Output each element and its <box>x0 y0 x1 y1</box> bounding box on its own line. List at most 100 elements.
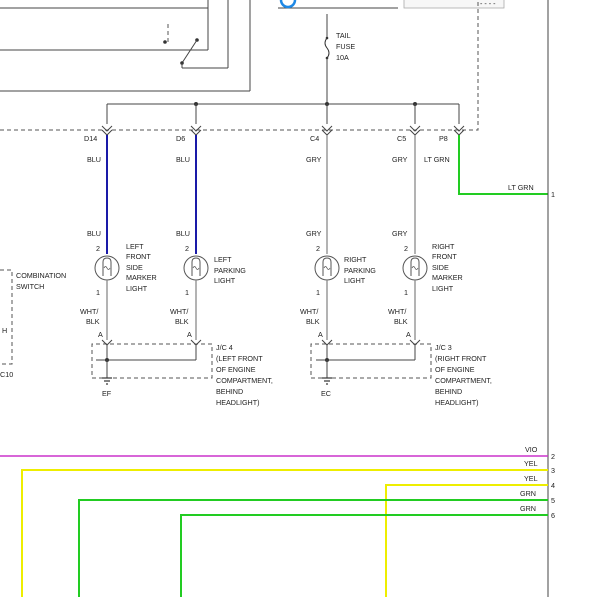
svg-text:PARKING: PARKING <box>214 266 246 275</box>
right-pin-5: 5 <box>551 496 555 505</box>
svg-text:BLK: BLK <box>306 317 320 326</box>
svg-text:J/C 4: J/C 4 <box>216 343 233 352</box>
svg-text:PARKING: PARKING <box>344 266 376 275</box>
svg-text:FRONT: FRONT <box>126 252 151 261</box>
left-parking-light-label: LEFT PARKING LIGHT <box>214 255 246 285</box>
connector-c4-label: C4 <box>310 134 319 143</box>
svg-text:(LEFT FRONT: (LEFT FRONT <box>216 354 263 363</box>
connector-a-label: A <box>406 330 411 339</box>
jc3-label: J/C 3 (RIGHT FRONT OF ENGINE COMPARTMENT… <box>435 343 492 407</box>
svg-text:BEHIND: BEHIND <box>435 387 462 396</box>
svg-text:HEADLIGHT): HEADLIGHT) <box>435 398 479 407</box>
pin-2-label: 2 <box>316 244 320 253</box>
svg-text:FRONT: FRONT <box>432 252 457 261</box>
svg-text:WHT/: WHT/ <box>388 307 406 316</box>
svg-text:MARKER: MARKER <box>432 273 463 282</box>
jc4-label: J/C 4 (LEFT FRONT OF ENGINE COMPARTMENT,… <box>216 343 273 407</box>
svg-text:COMBINATION: COMBINATION <box>16 271 66 280</box>
blue-circle-icon <box>279 0 297 9</box>
wire-label-blu: BLU <box>87 155 101 164</box>
right-front-side-marker-light-label: RIGHT FRONT SIDE MARKER LIGHT <box>432 242 463 293</box>
svg-text:LEFT: LEFT <box>126 242 144 251</box>
svg-text:LIGHT: LIGHT <box>214 276 236 285</box>
pin-2-label: 2 <box>185 244 189 253</box>
connector-d6-label: D6 <box>176 134 185 143</box>
yel-wire-4 <box>385 484 548 597</box>
wire-label-gry: GRY <box>306 229 322 238</box>
fuse-box-boundary <box>0 0 479 131</box>
svg-text:LEFT: LEFT <box>214 255 232 264</box>
light-control-switch-symbol <box>163 24 228 69</box>
fuse-label-3: 10A <box>336 53 349 62</box>
left-front-side-marker-light-label: LEFT FRONT SIDE MARKER LIGHT <box>126 242 157 293</box>
ground-ef-label: EF <box>102 389 112 398</box>
svg-text:RIGHT: RIGHT <box>432 242 455 251</box>
junction-connector-jc3 <box>310 339 432 385</box>
right-pin-4: 4 <box>551 481 555 490</box>
svg-text:C10: C10 <box>0 370 13 379</box>
svg-text:(RIGHT FRONT: (RIGHT FRONT <box>435 354 487 363</box>
wire-label-lt-grn-right: LT GRN <box>508 183 534 192</box>
pin-2-label: 2 <box>96 244 100 253</box>
right-pin-2: 2 <box>551 452 555 461</box>
svg-text:- - - -: - - - - <box>480 0 496 8</box>
right-pin-1: 1 <box>551 190 555 199</box>
svg-text:WHT/: WHT/ <box>170 307 188 316</box>
wire-label-blu: BLU <box>176 229 190 238</box>
junction-connector-jc4 <box>91 339 213 385</box>
fuse-label-2: FUSE <box>336 42 355 51</box>
combination-switch-partial: COMBINATION SWITCH H C10 <box>0 269 66 379</box>
connector-a-label: A <box>318 330 323 339</box>
svg-text:LIGHT: LIGHT <box>432 284 454 293</box>
svg-text:SWITCH: SWITCH <box>16 282 44 291</box>
svg-text:SIDE: SIDE <box>432 263 449 272</box>
connector-a-label: A <box>187 330 192 339</box>
wire-label-blu: BLU <box>176 155 190 164</box>
svg-text:BLK: BLK <box>86 317 100 326</box>
wire-label-yel: YEL <box>524 459 538 468</box>
wire-label-blu: BLU <box>87 229 101 238</box>
wire-label-grn: GRN <box>520 489 536 498</box>
pin-1-label: 1 <box>316 288 320 297</box>
fuse-label-1: TAIL <box>336 31 351 40</box>
lt-grn-wire <box>458 135 548 195</box>
ground-ec-label: EC <box>321 389 331 398</box>
right-pin-3: 3 <box>551 466 555 475</box>
svg-text:RIGHT: RIGHT <box>344 255 367 264</box>
grn-wire-6 <box>180 514 548 597</box>
wire-label-grn: GRN <box>520 504 536 513</box>
pin-1-label: 1 <box>96 288 100 297</box>
svg-text:BLK: BLK <box>394 317 408 326</box>
svg-text:HEADLIGHT): HEADLIGHT) <box>216 398 260 407</box>
top-cropped-toolbar: - - - - <box>0 0 505 9</box>
svg-text:COMPARTMENT,: COMPARTMENT, <box>216 376 273 385</box>
svg-text:WHT/: WHT/ <box>300 307 318 316</box>
wire-label-vio: VIO <box>525 445 538 454</box>
wire-label-gry: GRY <box>392 229 408 238</box>
wire-label-lt-grn: LT GRN <box>424 155 450 164</box>
connector-a-label: A <box>98 330 103 339</box>
svg-text:OF ENGINE: OF ENGINE <box>435 365 475 374</box>
svg-text:LIGHT: LIGHT <box>126 284 148 293</box>
pin-1-label: 1 <box>404 288 408 297</box>
yel-wire-3 <box>21 469 548 597</box>
pin-1-label: 1 <box>185 288 189 297</box>
svg-text:WHT/: WHT/ <box>80 307 98 316</box>
pin-2-label: 2 <box>404 244 408 253</box>
connector-c5-label: C5 <box>397 134 406 143</box>
right-pin-6: 6 <box>551 511 555 520</box>
wire-label-yel: YEL <box>524 474 538 483</box>
svg-text:LIGHT: LIGHT <box>344 276 366 285</box>
svg-text:J/C 3: J/C 3 <box>435 343 452 352</box>
svg-text:MARKER: MARKER <box>126 273 157 282</box>
svg-text:COMPARTMENT,: COMPARTMENT, <box>435 376 492 385</box>
wire-label-gry: GRY <box>306 155 322 164</box>
wire-label-gry: GRY <box>392 155 408 164</box>
right-parking-light-label: RIGHT PARKING LIGHT <box>344 255 376 285</box>
wht-blk-wire-labels: WHT/ BLK WHT/ BLK WHT/ BLK WHT/ BLK <box>80 307 408 326</box>
svg-text:H: H <box>2 326 7 335</box>
svg-text:BLK: BLK <box>175 317 189 326</box>
connector-d14-label: D14 <box>84 134 97 143</box>
connector-p8-label: P8 <box>439 134 448 143</box>
svg-text:BEHIND: BEHIND <box>216 387 243 396</box>
